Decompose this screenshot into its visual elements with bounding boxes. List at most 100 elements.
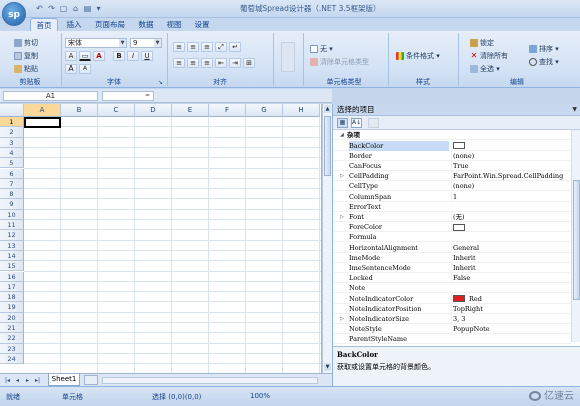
property-row[interactable]: ImeSentenceMode Inherit (333, 262, 571, 274)
clear-all-button[interactable]: ✕ 清除所有 (470, 51, 508, 61)
property-value[interactable]: PopupNote (451, 324, 571, 335)
new-file-icon[interactable]: ▢ (58, 4, 69, 14)
collapse-icon[interactable]: ◢ (340, 130, 344, 140)
italic-button[interactable]: I (127, 51, 139, 61)
property-row[interactable]: NoteIndicatorColor Red (333, 293, 571, 304)
shrink-font-button[interactable]: A (79, 64, 91, 74)
row-header[interactable]: 15 (0, 261, 24, 272)
row-header[interactable]: 10 (0, 209, 24, 220)
alphabetical-sort-icon[interactable]: A↓ (351, 118, 362, 128)
property-row[interactable]: CellType (none) (333, 181, 571, 192)
tab-insert[interactable]: 插入 (62, 18, 86, 31)
merge-cells-icon[interactable]: ⊞ (243, 58, 255, 68)
save-icon[interactable]: ▤ (82, 4, 93, 14)
property-row[interactable]: NoteIndicatorPosition TopRight (333, 303, 571, 314)
row-header[interactable]: 6 (0, 168, 24, 179)
property-value[interactable]: True (451, 160, 571, 171)
sort-button[interactable]: 排序 ▾ (529, 44, 559, 54)
property-row[interactable]: NoteStyle PopupNote (333, 324, 571, 335)
open-folder-icon[interactable]: ⌂ (70, 4, 81, 14)
scroll-thumb[interactable] (324, 116, 331, 176)
row-header[interactable]: 9 (0, 199, 24, 210)
chevron-down-icon[interactable]: ▼ (119, 39, 126, 47)
lock-button[interactable]: 锁定 (470, 38, 494, 48)
column-header[interactable]: A (24, 104, 61, 117)
select-all-corner[interactable] (0, 104, 24, 117)
conditional-format-button[interactable]: 条件格式 ▾ (396, 51, 440, 61)
grid-vertical-scrollbar[interactable]: ▲ ▼ (322, 104, 332, 373)
row-header[interactable]: 8 (0, 189, 24, 200)
add-sheet-icon[interactable] (84, 375, 98, 385)
app-logo-button[interactable]: sp (2, 2, 26, 26)
expand-icon[interactable]: ▷ (340, 314, 344, 324)
align-top-icon[interactable]: ≡ (173, 42, 185, 52)
row-header[interactable]: 24 (0, 353, 24, 365)
column-header[interactable]: G (246, 104, 283, 117)
property-row[interactable]: ParentStyleName (333, 334, 571, 345)
font-color-button[interactable]: A (93, 51, 105, 61)
row-header[interactable]: 17 (0, 281, 24, 293)
row-header[interactable]: 11 (0, 220, 24, 231)
property-row[interactable]: Border (none) (333, 150, 571, 161)
column-header[interactable]: F (209, 104, 246, 117)
row-header[interactable]: 22 (0, 333, 24, 344)
column-header[interactable]: C (98, 104, 135, 117)
align-middle-icon[interactable]: ≡ (187, 42, 199, 52)
align-left-icon[interactable]: ≡ (173, 58, 185, 68)
row-header[interactable]: 14 (0, 250, 24, 262)
property-row[interactable]: ▷ CellPadding FarPoint.Win.Spread.CellPadd… (333, 171, 571, 182)
row-header[interactable]: 7 (0, 178, 24, 190)
property-row[interactable]: Note (333, 283, 571, 294)
row-header[interactable]: 13 (0, 240, 24, 251)
column-header[interactable]: H (283, 104, 320, 117)
property-row[interactable]: ImeMode Inherit (333, 252, 571, 263)
prev-sheet-icon[interactable]: ◂ (13, 376, 22, 385)
expand-icon[interactable]: ▷ (340, 171, 344, 181)
property-value[interactable]: False (451, 273, 571, 284)
property-value[interactable]: Inherit (451, 262, 571, 273)
last-sheet-icon[interactable]: ▸| (33, 376, 42, 385)
select-all-button[interactable]: 全选 ▾ (470, 64, 500, 74)
font-color-a-button[interactable]: A (65, 51, 77, 61)
cell-format-icon[interactable] (281, 42, 295, 72)
font-size-combo[interactable]: 9 ▼ (130, 38, 162, 48)
sheet-tab-sheet1[interactable]: Sheet1 (48, 374, 80, 386)
chevron-down-icon[interactable]: ▼ (154, 39, 161, 47)
property-value[interactable]: FarPoint.Win.Spread.CellPadding (451, 171, 571, 182)
tab-view[interactable]: 视图 (162, 18, 186, 31)
wrap-text-icon[interactable]: ↵ (229, 42, 241, 52)
align-bottom-icon[interactable]: ≡ (201, 42, 213, 52)
row-header[interactable]: 1 (0, 117, 24, 128)
property-row[interactable]: ErrorText (333, 202, 571, 212)
align-center-icon[interactable]: ≡ (187, 58, 199, 68)
row-header[interactable]: 4 (0, 147, 24, 159)
property-value[interactable]: 1 (451, 191, 571, 202)
property-value[interactable]: General (451, 242, 571, 253)
customize-dropdown-icon[interactable]: ▾ (93, 4, 104, 14)
tab-settings[interactable]: 设置 (190, 18, 214, 31)
scroll-up-icon[interactable]: ▲ (324, 105, 331, 113)
clear-celltype-button[interactable]: 清除单元格类型 (310, 57, 369, 67)
property-row[interactable]: ▷ NoteIndicatorSize 3, 3 (333, 313, 571, 325)
property-value[interactable]: TopRight (451, 303, 571, 314)
property-row[interactable]: Formula (333, 232, 571, 243)
row-header[interactable]: 16 (0, 271, 24, 282)
property-row[interactable]: HorizontalAlignment General (333, 242, 571, 253)
tab-page-layout[interactable]: 页面布局 (90, 18, 130, 31)
font-name-combo[interactable]: 宋体 ▼ (65, 38, 127, 48)
decrease-indent-icon[interactable]: ⇤ (215, 58, 227, 68)
celltype-none-button[interactable]: 无 ▾ (310, 44, 333, 54)
first-sheet-icon[interactable]: |◂ (3, 376, 12, 385)
row-header[interactable]: 18 (0, 292, 24, 303)
increase-indent-icon[interactable]: ⇥ (229, 58, 241, 68)
property-row[interactable]: ColumnSpan 1 (333, 191, 571, 202)
column-header[interactable]: B (61, 104, 98, 117)
column-header[interactable]: E (172, 104, 209, 117)
orientation-icon[interactable]: ⤢ (215, 42, 227, 52)
property-value[interactable]: (无) (451, 211, 571, 222)
category-misc[interactable]: ◢ 杂项 (333, 130, 571, 141)
tab-data[interactable]: 数据 (134, 18, 158, 31)
property-row[interactable]: ▷ Font (无) (333, 211, 571, 223)
undo-icon[interactable]: ↶ (34, 4, 45, 14)
name-box[interactable]: A1 (3, 91, 98, 101)
